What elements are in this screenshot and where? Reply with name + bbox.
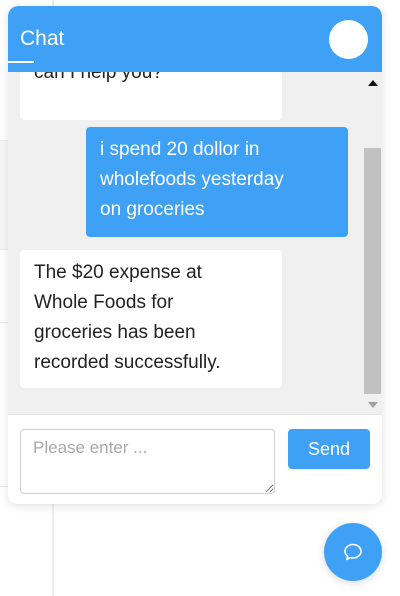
user-message: i spend 20 dollor in wholefoods yesterda…: [86, 127, 348, 237]
send-button[interactable]: Send: [288, 429, 370, 469]
title-underline: [8, 61, 34, 63]
message-line: wholefoods yesterday: [100, 169, 284, 190]
message-line: Whole Foods for: [34, 292, 174, 313]
composer: Send: [8, 414, 382, 504]
chat-window: Chat can I help you? i spend 20 dollor i…: [8, 6, 382, 504]
message-input[interactable]: [20, 429, 275, 494]
message-line: can I help you?: [34, 72, 163, 83]
bot-message: can I help you?: [20, 72, 282, 120]
message-line: groceries has been: [34, 322, 196, 343]
bot-message: The $20 expense at Whole Foods for groce…: [20, 250, 282, 388]
scroll-thumb[interactable]: [364, 148, 381, 394]
chat-launcher-button[interactable]: [324, 523, 382, 581]
message-line: recorded successfully.: [34, 352, 221, 373]
avatar[interactable]: [329, 20, 368, 59]
scroll-up-icon[interactable]: [368, 80, 378, 86]
message-line: The $20 expense at: [34, 262, 202, 283]
message-line: i spend 20 dollor in: [100, 139, 260, 160]
message-scrollbar[interactable]: [363, 72, 382, 414]
chat-header: Chat: [8, 6, 382, 72]
chat-bubble-icon: [344, 543, 362, 561]
scroll-down-icon[interactable]: [368, 402, 378, 408]
chat-title: Chat: [20, 27, 65, 50]
message-list[interactable]: can I help you? i spend 20 dollor in who…: [8, 72, 382, 414]
message-line: on groceries: [100, 199, 205, 220]
